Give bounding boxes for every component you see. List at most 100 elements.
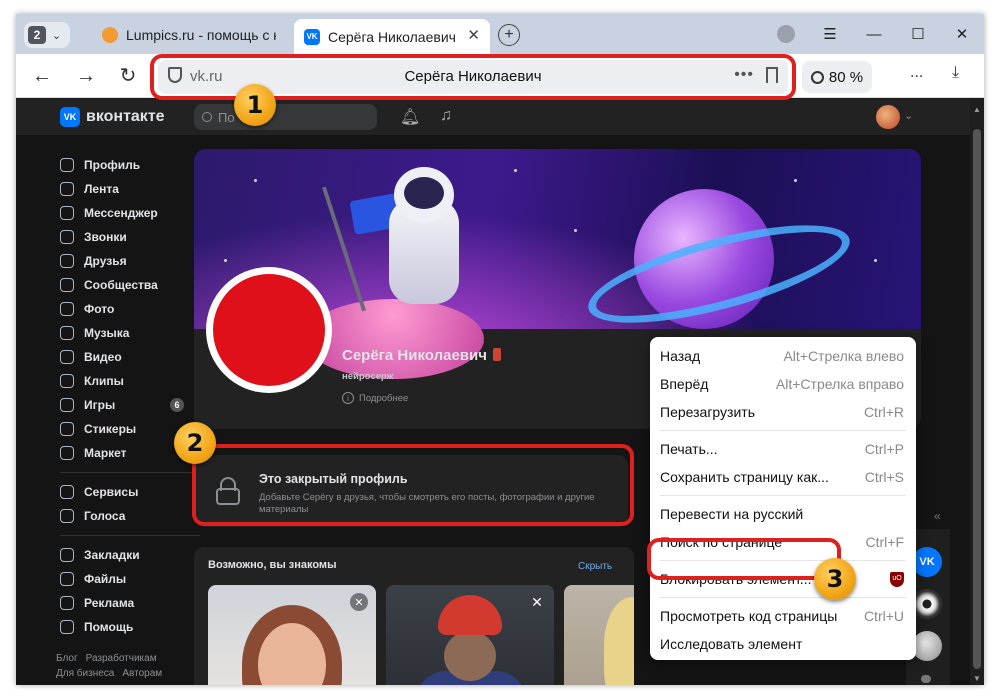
scrollbar[interactable]: ▲ ▼: [970, 99, 984, 685]
context-menu-item[interactable]: Назад Alt+Стрелка влево: [650, 342, 916, 370]
sidebar-item-label: Друзья: [84, 254, 127, 268]
tab-count: 2: [28, 26, 46, 44]
sidebar-item[interactable]: Сервисы: [60, 480, 200, 504]
sidebar-item[interactable]: Сообщества: [60, 273, 200, 297]
context-menu-item[interactable]: Исследовать элемент: [650, 630, 916, 658]
sidebar-item[interactable]: Клипы: [60, 369, 200, 393]
window-controls: ☰ — ☐ ✕: [764, 14, 984, 54]
sidebar-item[interactable]: Мессенджер: [60, 201, 200, 225]
context-menu-item[interactable]: Перевести на русский: [650, 500, 916, 528]
sidebar-item[interactable]: Лента: [60, 177, 200, 201]
context-menu-item[interactable]: Просмотреть код страницы Ctrl+U: [650, 602, 916, 630]
sidebar-item[interactable]: Профиль: [60, 153, 200, 177]
sidebar-item[interactable]: Реклама: [60, 591, 200, 615]
scroll-up-icon[interactable]: ▲: [973, 105, 981, 114]
sidebar-item[interactable]: Друзья: [60, 249, 200, 273]
closed-profile-description: Добавьте Серёгу в друзья, чтобы смотреть…: [259, 492, 595, 515]
sidebar-item[interactable]: Игры 6: [60, 393, 200, 417]
footer-link-dev[interactable]: Разработчикам: [86, 653, 157, 664]
person-card[interactable]: [564, 585, 634, 685]
sidebar-item[interactable]: Звонки: [60, 225, 200, 249]
chevron-down-icon[interactable]: ⌄: [904, 109, 913, 122]
footer-link-authors[interactable]: Авторам: [122, 668, 162, 679]
hide-link[interactable]: Скрыть: [578, 561, 612, 572]
footer-link-blog[interactable]: Блог: [56, 653, 78, 664]
close-icon[interactable]: ✕: [528, 593, 546, 611]
more-button[interactable]: ...: [910, 64, 923, 82]
back-button[interactable]: ←: [28, 62, 56, 90]
vk-search-input[interactable]: По: [194, 104, 377, 130]
sidebar-item-label: Звонки: [84, 230, 127, 244]
sidebar-item[interactable]: Голоса: [60, 504, 200, 528]
tab-lumpics[interactable]: Lumpics.ru - помощь с ком: [92, 20, 288, 50]
menu-separator: [60, 535, 200, 536]
context-menu-item[interactable]: Блокировать элемент... uO: [650, 565, 916, 593]
mini-app-icon[interactable]: [912, 589, 942, 619]
context-menu-label: Перевести на русский: [660, 506, 804, 522]
astronaut-visor: [404, 177, 444, 209]
feed-icon: [60, 182, 74, 196]
zoom-button[interactable]: 80 %: [802, 61, 872, 93]
sidebar-item-label: Реклама: [84, 596, 135, 610]
reload-button[interactable]: ↻: [114, 62, 142, 90]
zoom-icon: [810, 70, 824, 84]
scroll-down-icon[interactable]: ▼: [973, 674, 981, 683]
vk-brand[interactable]: вконтакте: [86, 108, 165, 126]
sidebar-item[interactable]: Музыка: [60, 321, 200, 345]
tab-count-button[interactable]: 2 ⌄: [24, 22, 70, 48]
context-menu-item[interactable]: Вперёд Alt+Стрелка вправо: [650, 370, 916, 398]
profile-more-link[interactable]: i Подробнее: [342, 392, 408, 404]
context-menu-label: Печать...: [660, 441, 718, 457]
chevron-down-icon: ⌄: [52, 29, 62, 42]
closed-profile-title: Это закрытый профиль: [259, 472, 408, 486]
double-chevron-left-icon[interactable]: «: [934, 509, 941, 523]
context-menu-item[interactable]: Сохранить страницу как... Ctrl+S: [650, 463, 916, 491]
more-dots-icon[interactable]: •••: [734, 66, 754, 84]
vk-logo-icon[interactable]: VK: [60, 107, 80, 127]
photo-icon: [60, 302, 74, 316]
context-menu-item[interactable]: Поиск по странице Ctrl+F: [650, 528, 916, 556]
sidebar-item[interactable]: Видео: [60, 345, 200, 369]
forward-button[interactable]: →: [72, 62, 100, 90]
tab-strip: 2 ⌄ Lumpics.ru - помощь с ком VK Серёга …: [16, 14, 984, 54]
person-card[interactable]: ✕: [386, 585, 554, 685]
avatar[interactable]: [876, 105, 900, 129]
bookmark-icon[interactable]: [766, 67, 778, 83]
mini-app-icon[interactable]: [912, 631, 942, 661]
bell-icon[interactable]: 🔔︎: [400, 107, 420, 127]
sidebar-item[interactable]: Помощь: [60, 615, 200, 639]
fire-extinguisher-icon: [492, 348, 501, 361]
context-menu-item[interactable]: Печать... Ctrl+P: [650, 435, 916, 463]
close-icon[interactable]: ✕: [350, 593, 368, 611]
vk-mini-app-icon[interactable]: VK: [912, 547, 942, 577]
shortcut-label: Alt+Стрелка вправо: [775, 376, 904, 392]
step-marker-2: 2: [174, 422, 216, 464]
music-icon: [60, 326, 74, 340]
close-icon[interactable]: ✕: [467, 26, 480, 44]
menu-button[interactable]: ☰: [808, 25, 852, 43]
games-icon: [60, 398, 74, 412]
new-tab-button[interactable]: +: [498, 24, 520, 46]
shortcut-label: Ctrl+F: [865, 534, 905, 550]
scroll-thumb[interactable]: [973, 129, 981, 669]
minimize-button[interactable]: —: [852, 26, 896, 43]
music-note-icon[interactable]: ♫: [440, 107, 452, 125]
step-marker-3: 3: [814, 558, 856, 600]
chat-icon[interactable]: [921, 675, 931, 683]
download-icon[interactable]: ⤓: [952, 64, 959, 82]
close-window-button[interactable]: ✕: [940, 25, 984, 43]
context-menu-item[interactable]: Перезагрузить Ctrl+R: [650, 398, 916, 426]
sidebar-item[interactable]: Фото: [60, 297, 200, 321]
maximize-button[interactable]: ☐: [896, 25, 940, 43]
tab-title: Lumpics.ru - помощь с ком: [126, 27, 276, 43]
profile-avatar[interactable]: [206, 267, 332, 393]
footer-link-business[interactable]: Для бизнеса: [56, 668, 114, 679]
profile-button[interactable]: [764, 25, 808, 43]
sidebar-item-label: Файлы: [84, 572, 127, 586]
sidebar-item[interactable]: Закладки: [60, 543, 200, 567]
people-title: Возможно, вы знакомы: [208, 559, 337, 571]
person-card[interactable]: ✕: [208, 585, 376, 685]
tab-vk-active[interactable]: VK Серёга Николаевич ✕: [294, 19, 490, 54]
sidebar-item[interactable]: Файлы: [60, 567, 200, 591]
ads-icon: [60, 596, 74, 610]
